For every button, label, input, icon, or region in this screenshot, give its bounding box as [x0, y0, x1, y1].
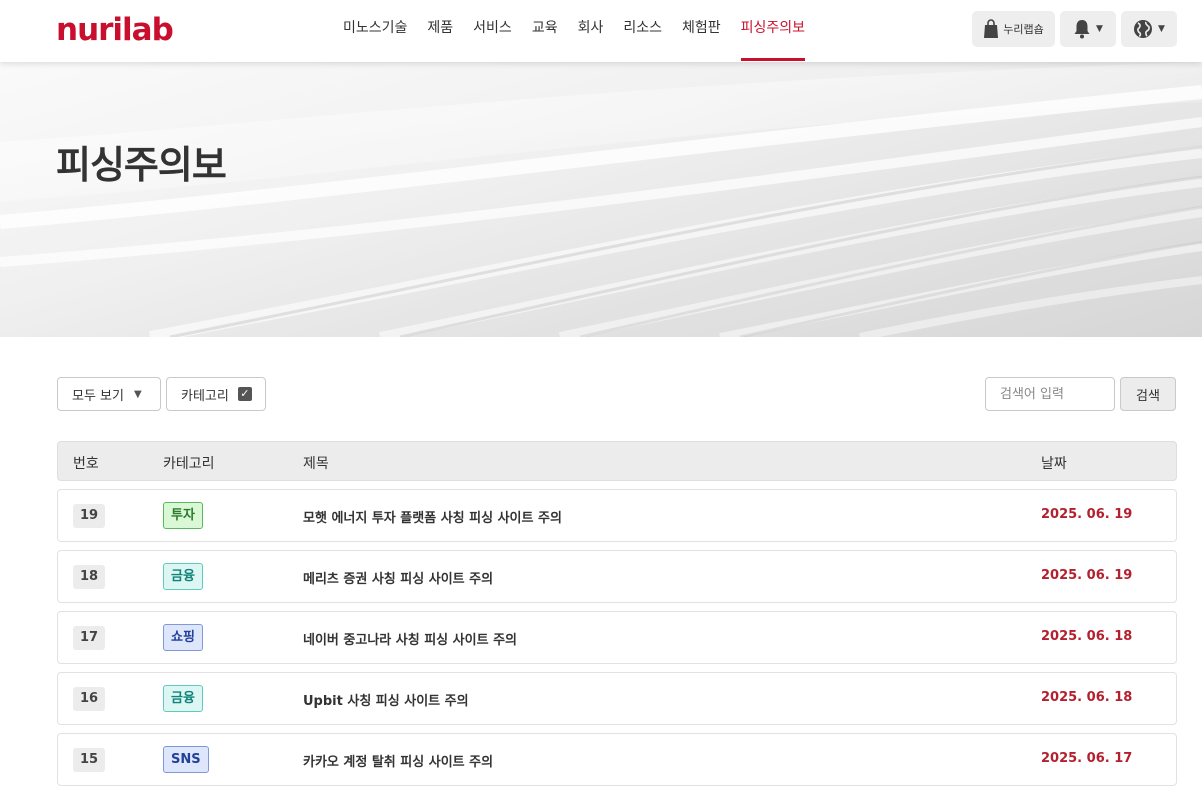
main-nav: 미노스기술 제품 서비스 교육 회사 리소스 체험판 피싱주의보	[343, 0, 825, 62]
header-title: 제목	[303, 456, 329, 472]
nav-item-minos-tech[interactable]: 미노스기술	[343, 0, 407, 62]
category-badge: 쇼핑	[163, 624, 203, 651]
chevron-down-icon: ▼	[1096, 24, 1103, 34]
row-number: 16	[73, 687, 105, 711]
category-toggle[interactable]: 카테고리 ✓	[166, 377, 266, 411]
bell-icon	[1074, 20, 1090, 39]
category-badge: SNS	[163, 746, 209, 773]
table-row[interactable]: 15 SNS 카카오 계정 탈취 피싱 사이트 주의 2025. 06. 17	[57, 733, 1177, 786]
row-date: 2025. 06. 17	[1041, 751, 1133, 766]
row-date: 2025. 06. 18	[1041, 690, 1133, 705]
globe-icon	[1134, 20, 1153, 38]
row-date: 2025. 06. 19	[1041, 568, 1133, 583]
table-header: 번호 카테고리 제목 날짜	[57, 441, 1177, 481]
nav-item-phishing-alert[interactable]: 피싱주의보	[740, 0, 806, 62]
table-row[interactable]: 18 금융 메리츠 증권 사칭 피싱 사이트 주의 2025. 06. 19	[57, 550, 1177, 603]
language-button[interactable]: ▼	[1121, 11, 1177, 47]
top-header: nurilab 미노스기술 제품 서비스 교육 회사 리소스 체험판 피싱주의보…	[0, 0, 1202, 62]
header-category: 카테고리	[163, 456, 215, 472]
row-title-link[interactable]: 모햇 에너지 투자 플랫폼 사칭 피싱 사이트 주의	[303, 507, 562, 526]
row-number: 17	[73, 626, 105, 650]
header-date: 날짜	[1041, 456, 1067, 472]
chevron-down-icon: ▼	[1158, 24, 1165, 34]
category-label: 카테고리	[181, 388, 229, 404]
row-date: 2025. 06. 19	[1041, 507, 1133, 522]
row-title-link[interactable]: Upbit 사칭 피싱 사이트 주의	[303, 690, 469, 709]
banner-background-graphic	[0, 62, 1202, 337]
row-number: 15	[73, 748, 105, 772]
row-number: 19	[73, 504, 105, 528]
nav-item-company[interactable]: 회사	[578, 0, 604, 62]
search-button[interactable]: 검색	[1120, 377, 1176, 411]
nav-item-resources[interactable]: 리소스	[623, 0, 662, 62]
shopping-bag-icon	[984, 19, 999, 38]
caret-down-icon: ▼	[133, 388, 142, 400]
notifications-button[interactable]: ▼	[1060, 11, 1116, 47]
category-badge: 금융	[163, 685, 203, 712]
table-row[interactable]: 17 쇼핑 네이버 중고나라 사칭 피싱 사이트 주의 2025. 06. 18	[57, 611, 1177, 664]
page-banner: 피싱주의보	[0, 62, 1202, 337]
shop-button[interactable]: 누리랩숍	[972, 11, 1055, 47]
row-title-link[interactable]: 네이버 중고나라 사칭 피싱 사이트 주의	[303, 629, 517, 648]
nurilab-logo[interactable]: nurilab	[56, 10, 174, 50]
page-title: 피싱주의보	[56, 143, 227, 187]
row-title-link[interactable]: 메리츠 증권 사칭 피싱 사이트 주의	[303, 568, 493, 587]
nav-item-education[interactable]: 교육	[532, 0, 558, 62]
row-number: 18	[73, 565, 105, 589]
nav-item-trial[interactable]: 체험판	[682, 0, 721, 62]
row-date: 2025. 06. 18	[1041, 629, 1133, 644]
row-title-link[interactable]: 카카오 계정 탈취 피싱 사이트 주의	[303, 751, 493, 770]
nav-item-services[interactable]: 서비스	[473, 0, 512, 62]
table-row[interactable]: 19 투자 모햇 에너지 투자 플랫폼 사칭 피싱 사이트 주의 2025. 0…	[57, 489, 1177, 542]
table-row[interactable]: 16 금융 Upbit 사칭 피싱 사이트 주의 2025. 06. 18	[57, 672, 1177, 725]
search-input[interactable]	[985, 377, 1115, 411]
category-badge: 금융	[163, 563, 203, 590]
filter-label: 모두 보기	[72, 388, 124, 404]
checkbox-checked-icon[interactable]: ✓	[237, 387, 252, 401]
filter-dropdown[interactable]: 모두 보기 ▼	[57, 377, 161, 411]
header-number: 번호	[73, 456, 99, 472]
shop-label: 누리랩숍	[1003, 23, 1044, 36]
category-badge: 투자	[163, 502, 203, 529]
nav-item-products[interactable]: 제품	[427, 0, 453, 62]
